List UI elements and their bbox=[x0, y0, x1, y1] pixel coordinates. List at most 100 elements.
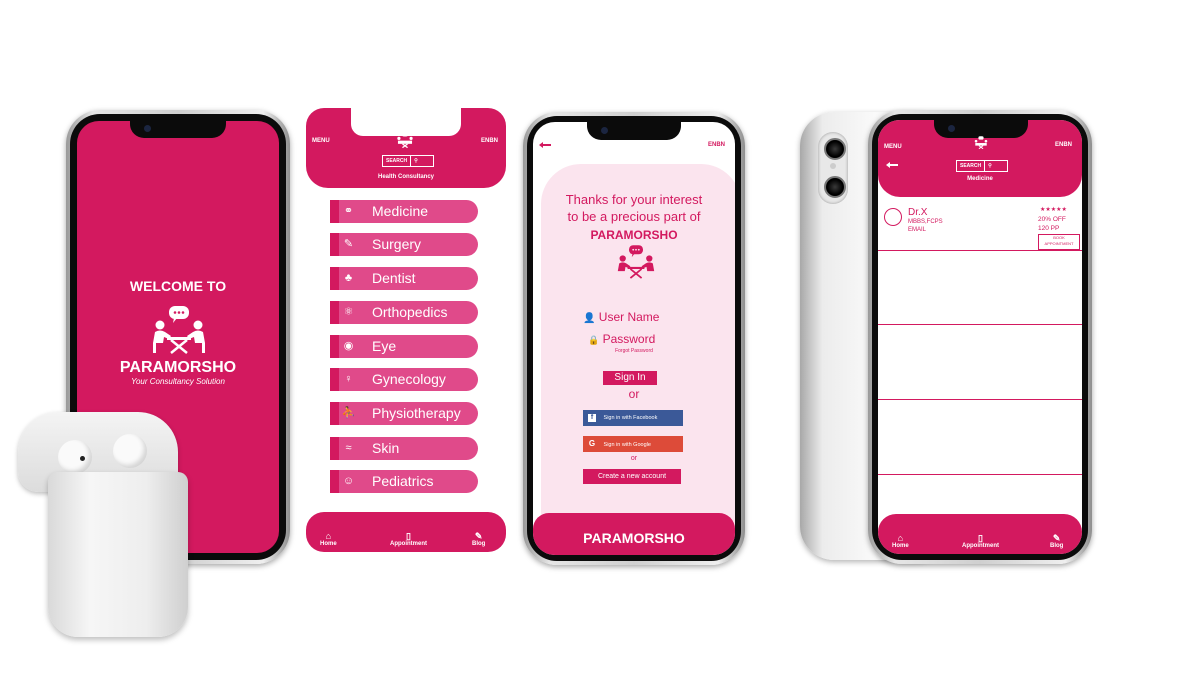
edit-icon: ✎ bbox=[1052, 533, 1061, 543]
search-bar[interactable]: SEARCH ⚲ bbox=[956, 160, 1008, 172]
search-bar[interactable]: SEARCH ⚲ bbox=[382, 155, 434, 167]
language-toggle[interactable]: ENBN bbox=[708, 142, 725, 148]
discount-label: 20% OFF bbox=[1038, 216, 1066, 223]
baby-icon: ☺ bbox=[342, 475, 355, 487]
username-field[interactable]: 👤 User Name bbox=[583, 310, 693, 324]
airpod-left bbox=[58, 440, 92, 474]
home-icon: ⌂ bbox=[325, 531, 332, 541]
search-label: SEARCH bbox=[957, 161, 986, 171]
back-arrow-icon[interactable] bbox=[886, 162, 898, 168]
lock-icon: 🔒 bbox=[588, 335, 600, 345]
nav-blog[interactable]: ✎ Blog bbox=[472, 531, 485, 547]
menu-button[interactable]: MENU bbox=[884, 144, 902, 150]
book-appointment-button[interactable]: BOOK APPOINTMENT bbox=[1038, 234, 1080, 250]
search-icon[interactable]: ⚲ bbox=[411, 156, 421, 166]
phone-icon: ▯ bbox=[978, 533, 983, 543]
category-label: Surgery bbox=[372, 236, 422, 252]
category-tab bbox=[330, 437, 339, 460]
camera-lens-icon bbox=[824, 176, 846, 198]
password-placeholder: Password bbox=[602, 332, 656, 346]
pill-icon: ⚭ bbox=[343, 205, 354, 217]
category-item-surgery[interactable]: ✎ Surgery bbox=[330, 233, 478, 256]
facebook-signin-button[interactable]: f Sign in with Facebook bbox=[583, 410, 683, 426]
tooth-icon: ♣ bbox=[344, 272, 353, 284]
row-divider bbox=[878, 474, 1082, 475]
camera-icon bbox=[948, 125, 955, 132]
nav-appointment[interactable]: ▯ Appointment bbox=[962, 533, 999, 549]
bone-icon: ⚛ bbox=[343, 306, 354, 318]
google-signin-button[interactable]: G Sign in with Google bbox=[583, 436, 683, 452]
search-label: SEARCH bbox=[383, 156, 412, 166]
category-tab bbox=[330, 233, 339, 256]
consultancy-logo-icon bbox=[617, 245, 655, 279]
brand-name: PARAMORSHO bbox=[119, 359, 237, 376]
footer-bar: PARAMORSHO bbox=[533, 513, 735, 555]
category-label: Skin bbox=[372, 440, 400, 456]
category-label: Medicine bbox=[372, 203, 429, 219]
category-item-orthopedics[interactable]: ⚛ Orthopedics bbox=[330, 301, 478, 324]
avatar bbox=[884, 208, 902, 226]
doctor-degree: MBBS,FCPS bbox=[908, 219, 943, 225]
nav-appointment[interactable]: ▯ Appointment bbox=[390, 531, 427, 547]
user-icon: 👤 bbox=[583, 313, 596, 324]
category-item-eye[interactable]: ◉ Eye bbox=[330, 335, 478, 358]
password-field[interactable]: 🔒 Password bbox=[588, 332, 698, 346]
username-placeholder: User Name bbox=[598, 310, 660, 324]
phone-login: ENBN Thanks for your interest to be a pr… bbox=[523, 112, 745, 565]
intro-line-2: to be a precious part of bbox=[567, 209, 701, 224]
skin-icon: ≈ bbox=[345, 442, 352, 454]
language-toggle[interactable]: ENBN bbox=[481, 138, 498, 144]
language-toggle[interactable]: ENBN bbox=[1055, 142, 1072, 148]
airpods-case bbox=[18, 412, 188, 642]
phone-notch bbox=[587, 122, 681, 140]
phone-doctor: MENU ENBN SEARCH ⚲ Medicine Dr.X MBBS,FC… bbox=[868, 110, 1092, 564]
brand-tagline: Your Consultancy Solution bbox=[131, 377, 225, 386]
fee-label: 120 PP bbox=[1038, 225, 1060, 232]
brand-name: PARAMORSHO bbox=[590, 228, 678, 242]
phone-icon: ▯ bbox=[406, 531, 411, 541]
category-tab bbox=[330, 402, 339, 425]
airpod-right bbox=[113, 434, 147, 468]
category-item-physiotherapy[interactable]: ⛹ Physiotherapy bbox=[330, 402, 478, 425]
bottom-nav: ⌂ Home ▯ Appointment ✎ Blog bbox=[306, 512, 506, 552]
doctor-card[interactable]: Dr.X MBBS,FCPS EMAIL ★★★★★ 20% OFF 120 P… bbox=[878, 204, 1082, 252]
category-item-skin[interactable]: ≈ Skin bbox=[330, 437, 478, 460]
flash-icon bbox=[830, 163, 836, 169]
create-account-button[interactable]: Create a new account bbox=[583, 469, 681, 484]
doctor-screen: MENU ENBN SEARCH ⚲ Medicine Dr.X MBBS,FC… bbox=[878, 120, 1082, 554]
or-divider: or bbox=[628, 387, 640, 401]
bottom-nav: ⌂ Home ▯ Appointment ✎ Blog bbox=[878, 514, 1082, 554]
logo-icon bbox=[974, 136, 988, 149]
nav-blog[interactable]: ✎ Blog bbox=[1050, 533, 1063, 549]
category-label: Eye bbox=[372, 338, 397, 354]
camera-module bbox=[818, 132, 848, 204]
login-screen: ENBN Thanks for your interest to be a pr… bbox=[533, 122, 735, 555]
home-icon: ⌂ bbox=[897, 533, 904, 543]
search-icon[interactable]: ⚲ bbox=[985, 161, 995, 171]
category-item-gynecology[interactable]: ♀ Gynecology bbox=[330, 368, 478, 391]
or-divider: or bbox=[630, 455, 638, 462]
category-item-dentist[interactable]: ♣ Dentist bbox=[330, 267, 478, 290]
forgot-password-link[interactable]: Forgot Password bbox=[533, 348, 735, 354]
category-label: Physiotherapy bbox=[372, 405, 461, 421]
category-label: Gynecology bbox=[372, 371, 446, 387]
eye-icon: ◉ bbox=[343, 340, 354, 352]
airpods-body bbox=[48, 472, 188, 637]
row-divider bbox=[878, 250, 1082, 251]
google-icon: G bbox=[588, 439, 596, 448]
menu-button[interactable]: MENU bbox=[312, 138, 330, 144]
doctor-name: Dr.X bbox=[908, 207, 928, 218]
phone-bezel: MENU ENBN SEARCH ⚲ Medicine Dr.X MBBS,FC… bbox=[872, 114, 1088, 560]
category-item-medicine[interactable]: ⚭ Medicine bbox=[330, 200, 478, 223]
back-arrow-icon[interactable] bbox=[539, 142, 551, 148]
intro-line-1: Thanks for your interest bbox=[565, 192, 703, 207]
nav-home[interactable]: ⌂ Home bbox=[892, 533, 909, 549]
doctor-email: EMAIL bbox=[908, 227, 927, 233]
row-divider bbox=[878, 399, 1082, 400]
nav-home[interactable]: ⌂ Home bbox=[320, 531, 337, 547]
page-title: Medicine bbox=[967, 176, 993, 182]
facebook-icon: f bbox=[588, 413, 596, 422]
category-item-pediatrics[interactable]: ☺ Pediatrics bbox=[330, 470, 478, 493]
sign-in-button[interactable]: Sign In bbox=[603, 371, 657, 385]
category-tab bbox=[330, 335, 339, 358]
